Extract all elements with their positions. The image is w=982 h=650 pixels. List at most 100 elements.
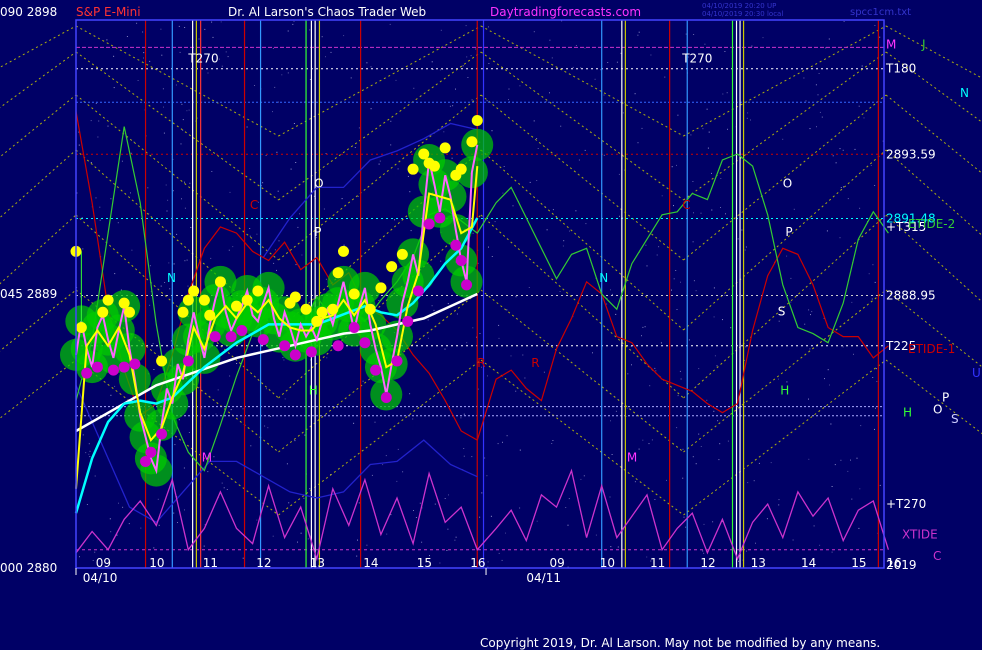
star <box>341 198 343 200</box>
star <box>611 293 613 295</box>
star <box>397 448 399 450</box>
star <box>221 482 223 484</box>
star <box>872 377 874 378</box>
star <box>321 36 323 38</box>
star <box>755 542 756 544</box>
star <box>165 184 167 186</box>
x-tick-label: 13 <box>751 556 766 570</box>
star <box>813 525 815 527</box>
star <box>584 149 586 151</box>
star <box>236 363 238 364</box>
star <box>497 443 499 445</box>
star <box>746 117 748 119</box>
star <box>762 37 764 39</box>
star <box>114 385 116 387</box>
star <box>439 562 441 564</box>
star <box>350 77 352 79</box>
high-dot <box>428 160 440 172</box>
star <box>212 36 214 38</box>
chart-annotation: O <box>314 176 323 190</box>
star <box>863 117 865 119</box>
star <box>293 20 295 22</box>
star <box>242 408 244 410</box>
high-dot <box>332 267 344 279</box>
chart-annotation: M <box>627 450 637 464</box>
star <box>97 136 99 138</box>
high-dot <box>316 306 328 318</box>
star <box>82 434 84 436</box>
star <box>433 309 435 311</box>
star <box>300 532 302 534</box>
star <box>536 138 538 139</box>
star <box>536 520 538 522</box>
star <box>488 63 490 64</box>
low-dot <box>455 255 467 267</box>
star <box>654 367 656 369</box>
star <box>603 94 605 96</box>
x-tick-label: 10 <box>149 556 164 570</box>
star <box>488 246 489 248</box>
diagonal-line <box>885 149 982 237</box>
site-url[interactable]: Daytradingforecasts.com <box>490 5 641 19</box>
star <box>698 433 700 435</box>
star <box>460 417 462 419</box>
star <box>827 369 829 371</box>
star <box>229 375 231 377</box>
star <box>671 166 673 168</box>
star <box>117 222 119 224</box>
high-dot <box>252 285 264 297</box>
star <box>498 337 500 339</box>
star <box>498 552 500 554</box>
star <box>641 127 643 129</box>
star <box>648 443 650 445</box>
star <box>410 230 412 232</box>
star <box>370 66 372 68</box>
star <box>427 337 429 339</box>
star <box>575 45 577 46</box>
star <box>161 54 163 56</box>
high-dot <box>231 300 242 312</box>
star <box>303 497 305 499</box>
star <box>85 452 87 454</box>
star <box>454 539 456 541</box>
x-tick-label: 14 <box>363 556 378 570</box>
star <box>676 164 677 166</box>
star <box>519 449 521 451</box>
star <box>549 92 550 94</box>
star <box>859 488 861 490</box>
star <box>685 526 687 528</box>
star <box>847 470 849 472</box>
star <box>680 281 681 283</box>
chart-annotation: C <box>250 198 258 212</box>
low-dot <box>391 355 403 367</box>
right-axis-label: 2893.59 <box>886 147 936 161</box>
star <box>569 230 570 232</box>
star <box>872 264 874 266</box>
star <box>357 539 358 541</box>
star <box>431 305 433 307</box>
star <box>871 298 873 300</box>
star <box>565 507 567 508</box>
star <box>711 209 713 211</box>
star <box>440 29 442 31</box>
star <box>343 35 345 37</box>
star <box>655 370 657 372</box>
x-tick-label: 16 <box>886 556 901 570</box>
star <box>519 507 521 509</box>
star <box>157 498 159 500</box>
star <box>309 79 311 80</box>
star <box>178 25 180 27</box>
chart-annotation: N <box>167 271 176 285</box>
high-dot <box>471 114 483 126</box>
star <box>552 209 554 211</box>
star <box>250 445 252 447</box>
star <box>292 23 294 25</box>
star <box>274 86 276 88</box>
star <box>680 378 682 380</box>
star <box>378 163 380 165</box>
star <box>567 524 569 526</box>
low-dot <box>359 337 371 349</box>
star <box>181 103 183 105</box>
star <box>718 459 720 461</box>
star <box>585 223 587 225</box>
